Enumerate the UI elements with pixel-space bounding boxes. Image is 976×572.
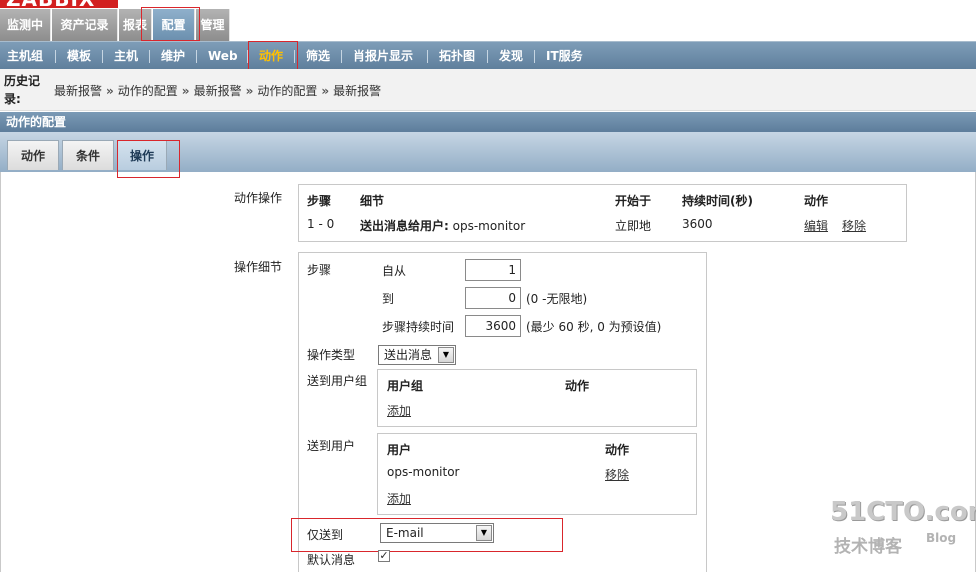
zabbix-logo: ZABBIX	[0, 0, 118, 8]
remove-user-link[interactable]: 移除	[605, 466, 629, 483]
breadcrumb-link[interactable]: 动作的配置	[257, 84, 317, 98]
top-nav-monitoring[interactable]: 监测中	[0, 9, 51, 41]
user-col-header: 用户	[387, 443, 412, 457]
step-duration-label: 步骤持续时间	[382, 320, 455, 334]
sub-nav-divider	[55, 50, 56, 63]
step-from-label: 自从	[382, 264, 407, 278]
row-start: 立即地	[615, 219, 652, 233]
row-details-type: 送出消息给用户:	[360, 219, 449, 233]
sub-nav-web[interactable]: Web	[208, 42, 238, 70]
dropdown-arrow-icon: ▼	[476, 525, 492, 541]
send-only-to-select[interactable]: E-mail ▼	[380, 523, 494, 543]
sub-nav-maintenance[interactable]: 维护	[161, 42, 185, 70]
step-label: 步骤	[307, 263, 332, 277]
sub-nav-divider	[196, 50, 197, 63]
breadcrumb-link[interactable]: 动作的配置	[118, 84, 178, 98]
row-details-user: ops-monitor	[452, 219, 526, 233]
sub-nav-discovery[interactable]: 发现	[499, 42, 523, 70]
breadcrumb-link[interactable]: 最新报警	[333, 84, 381, 98]
col-action: 动作	[804, 194, 829, 208]
group-action-col-header: 动作	[565, 379, 590, 393]
send-to-users-label: 送到用户	[307, 439, 356, 453]
watermark-blog: Blog	[926, 531, 957, 545]
default-message-checkbox[interactable]: ✓	[378, 550, 390, 562]
sub-nav-divider	[341, 50, 342, 63]
sub-nav-divider	[427, 50, 428, 63]
watermark-site: 51CTO.com	[830, 497, 976, 527]
add-group-link[interactable]: 添加	[387, 402, 411, 419]
sub-nav-divider	[534, 50, 535, 63]
row-duration: 3600	[682, 217, 713, 231]
sub-nav-divider	[149, 50, 150, 63]
tab-operations[interactable]: 操作	[117, 140, 167, 170]
operations-table: 步骤 细节 开始于 持续时间(秒) 动作 1 - 0 送出消息给用户: ops-…	[298, 184, 907, 242]
step-duration-input[interactable]: 3600	[465, 315, 521, 337]
edit-link[interactable]: 编辑	[804, 217, 828, 234]
top-nav-inventory[interactable]: 资产记录	[52, 9, 118, 41]
send-only-to-value: E-mail	[386, 526, 424, 540]
top-nav-administration[interactable]: 管理	[196, 9, 230, 41]
breadcrumb-separator: »	[181, 84, 190, 98]
top-nav-configuration[interactable]: 配置	[153, 9, 195, 41]
breadcrumb-separator: »	[245, 84, 254, 98]
col-duration: 持续时间(秒)	[682, 194, 753, 208]
sub-nav-divider	[102, 50, 103, 63]
step-duration-hint: (最少 60 秒, 0 为预设值)	[526, 320, 662, 334]
top-nav: 监测中 资产记录 报表 配置 管理	[0, 8, 976, 41]
action-operations-label: 动作操作	[234, 191, 283, 205]
step-to-hint: (0 -无限地)	[526, 292, 588, 306]
tab-action[interactable]: 动作	[7, 140, 59, 170]
sub-nav-templates[interactable]: 模板	[67, 42, 91, 70]
sub-nav: 主机组 模板 主机 维护 Web 动作 筛选 肖报片显示 拓扑图 发现 IT服务	[0, 41, 976, 69]
breadcrumb-link[interactable]: 最新报警	[54, 84, 102, 98]
operation-type-label: 操作类型	[307, 348, 356, 362]
operation-details-label: 操作细节	[234, 260, 283, 274]
row-details: 送出消息给用户: ops-monitor	[360, 217, 525, 234]
sub-nav-divider	[487, 50, 488, 63]
sub-nav-divider	[247, 50, 248, 63]
history-label: 历史记录:	[4, 74, 41, 106]
breadcrumb: 最新报警» 动作的配置» 最新报警» 动作的配置» 最新报警	[54, 82, 381, 99]
sub-nav-host-groups[interactable]: 主机组	[7, 42, 43, 70]
send-to-groups-label: 送到用户组	[307, 374, 368, 388]
history-bar: 历史记录: 最新报警» 动作的配置» 最新报警» 动作的配置» 最新报警	[0, 69, 976, 111]
row-step: 1 - 0	[307, 217, 335, 231]
sub-nav-screens[interactable]: 肖报片显示	[353, 42, 413, 70]
add-user-link[interactable]: 添加	[387, 490, 411, 507]
breadcrumb-separator: »	[321, 84, 330, 98]
col-step: 步骤	[307, 194, 332, 208]
watermark-sub: 技术博客	[834, 537, 902, 557]
step-to-input[interactable]: 0	[465, 287, 521, 309]
sub-nav-it-services[interactable]: IT服务	[546, 42, 583, 70]
operation-type-select[interactable]: 送出消息 ▼	[378, 345, 456, 365]
remove-link[interactable]: 移除	[842, 217, 866, 234]
operation-type-value: 送出消息	[384, 348, 433, 362]
tab-conditions[interactable]: 条件	[62, 140, 114, 170]
step-to-label: 到	[382, 292, 395, 306]
breadcrumb-separator: »	[106, 84, 114, 98]
col-details: 细节	[360, 194, 385, 208]
sub-nav-actions[interactable]: 动作	[259, 42, 283, 70]
dropdown-arrow-icon: ▼	[438, 347, 454, 363]
send-only-to-label: 仅送到	[307, 528, 344, 542]
col-start: 开始于	[615, 194, 652, 208]
step-from-input[interactable]: 1	[465, 259, 521, 281]
user-name: ops-monitor	[387, 465, 460, 479]
send-to-users-box: 用户 动作 ops-monitor 移除 添加	[377, 433, 697, 515]
sub-nav-maps[interactable]: 拓扑图	[439, 42, 475, 70]
sub-nav-divider	[294, 50, 295, 63]
default-message-label: 默认消息	[307, 553, 356, 567]
user-action-col-header: 动作	[605, 443, 630, 457]
tab-bar: 动作 条件 操作	[0, 132, 976, 172]
breadcrumb-link[interactable]: 最新报警	[194, 84, 242, 98]
page-title: 动作的配置	[0, 112, 976, 132]
group-col-header: 用户组	[387, 379, 424, 393]
top-nav-reports[interactable]: 报表	[119, 9, 152, 41]
sub-nav-hosts[interactable]: 主机	[114, 42, 138, 70]
sub-nav-filters[interactable]: 筛选	[306, 42, 330, 70]
send-to-groups-box: 用户组 动作 添加	[377, 369, 697, 427]
